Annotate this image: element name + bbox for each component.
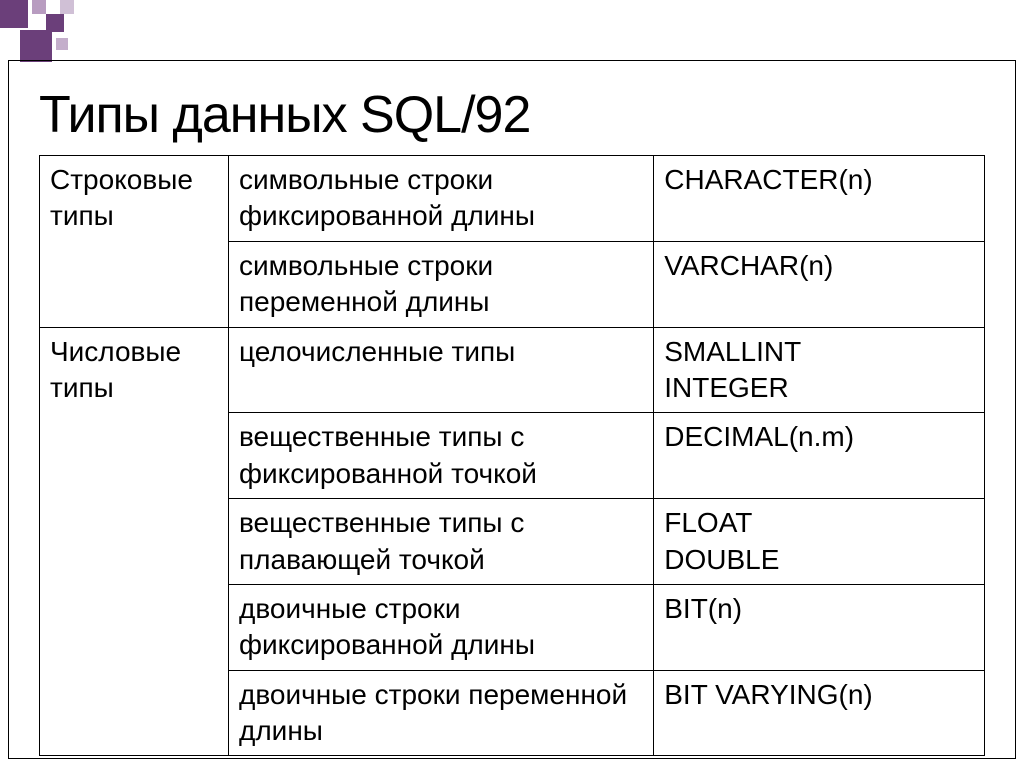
table-row: Числовые типыцелочисленные типыSMALLINTI… [40, 327, 985, 413]
slide-title: Типы данных SQL/92 [39, 85, 985, 145]
sql-type-cell: BIT VARYING(n) [654, 670, 985, 756]
description-cell: символьные строки переменной длины [229, 241, 654, 327]
sql-type-cell: DECIMAL(n.m) [654, 413, 985, 499]
sql-type-cell: BIT(n) [654, 584, 985, 670]
table-row: Строковые типысимвольные строки фиксиров… [40, 156, 985, 242]
sql-type-cell: FLOATDOUBLE [654, 499, 985, 585]
description-cell: вещественные типы с фиксированной точкой [229, 413, 654, 499]
description-cell: символьные строки фиксированной длины [229, 156, 654, 242]
description-cell: двоичные строки переменной длины [229, 670, 654, 756]
sql-types-table: Строковые типысимвольные строки фиксиров… [39, 155, 985, 756]
sql-type-cell: CHARACTER(n) [654, 156, 985, 242]
slide-frame: Типы данных SQL/92 Строковые типысимволь… [8, 60, 1016, 759]
category-cell: Строковые типы [40, 156, 229, 328]
sql-type-cell: SMALLINTINTEGER [654, 327, 985, 413]
category-cell: Числовые типы [40, 327, 229, 756]
sql-type-cell: VARCHAR(n) [654, 241, 985, 327]
description-cell: вещественные типы с плавающей точкой [229, 499, 654, 585]
description-cell: двоичные строки фиксированной длины [229, 584, 654, 670]
description-cell: целочисленные типы [229, 327, 654, 413]
